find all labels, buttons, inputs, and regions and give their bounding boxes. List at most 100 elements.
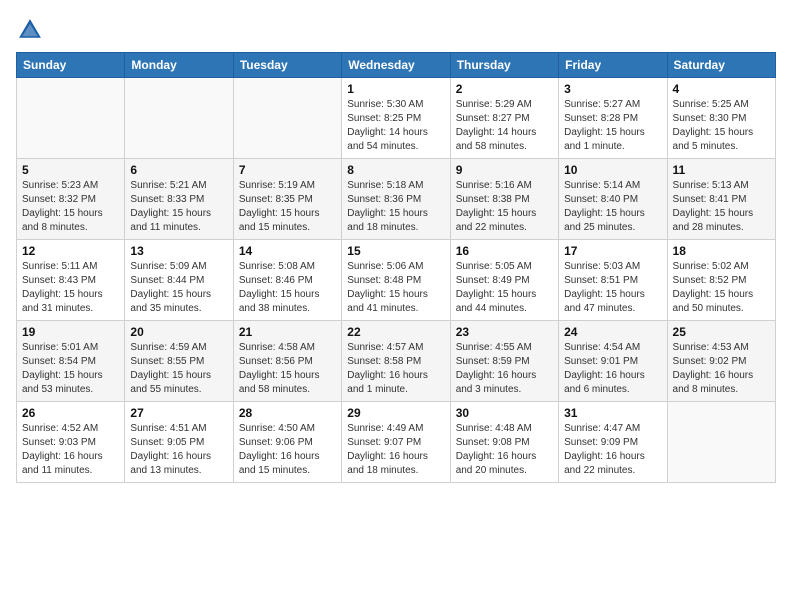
calendar-cell: 25 Sunrise: 4:53 AM Sunset: 9:02 PM Dayli… [667, 321, 775, 402]
calendar-cell: 15 Sunrise: 5:06 AM Sunset: 8:48 PM Dayli… [342, 240, 450, 321]
day-info: Sunrise: 4:51 AM Sunset: 9:05 PM Dayligh… [130, 422, 227, 478]
day-info: Sunrise: 5:21 AM Sunset: 8:33 PM Dayligh… [130, 179, 227, 235]
day-info: Sunrise: 4:52 AM Sunset: 9:03 PM Dayligh… [22, 422, 119, 478]
calendar-cell: 5 Sunrise: 5:23 AM Sunset: 8:32 PM Daylig… [17, 159, 125, 240]
day-info: Sunrise: 5:14 AM Sunset: 8:40 PM Dayligh… [564, 179, 661, 235]
day-number: 2 [456, 82, 553, 96]
day-number: 24 [564, 325, 661, 339]
day-number: 14 [239, 244, 336, 258]
calendar-cell: 2 Sunrise: 5:29 AM Sunset: 8:27 PM Daylig… [450, 78, 558, 159]
calendar-week-row: 5 Sunrise: 5:23 AM Sunset: 8:32 PM Daylig… [17, 159, 776, 240]
calendar-cell: 30 Sunrise: 4:48 AM Sunset: 9:08 PM Dayli… [450, 402, 558, 483]
calendar-cell: 12Sunrise: 5:11 AM Sunset: 8:43 PM Dayli… [17, 240, 125, 321]
calendar-cell: 26 Sunrise: 4:52 AM Sunset: 9:03 PM Dayli… [17, 402, 125, 483]
calendar-cell: 23Sunrise: 4:55 AM Sunset: 8:59 PM Dayli… [450, 321, 558, 402]
calendar-header-monday: Monday [125, 53, 233, 78]
day-number: 5 [22, 163, 119, 177]
calendar-cell [233, 78, 341, 159]
day-number: 13 [130, 244, 227, 258]
day-number: 15 [347, 244, 444, 258]
calendar-cell: 22Sunrise: 4:57 AM Sunset: 8:58 PM Dayli… [342, 321, 450, 402]
calendar-cell: 1 Sunrise: 5:30 AM Sunset: 8:25 PM Daylig… [342, 78, 450, 159]
calendar-header-wednesday: Wednesday [342, 53, 450, 78]
page-header [16, 16, 776, 44]
calendar-cell: 11 Sunrise: 5:13 AM Sunset: 8:41 PM Dayli… [667, 159, 775, 240]
day-number: 7 [239, 163, 336, 177]
calendar-cell [667, 402, 775, 483]
day-number: 29 [347, 406, 444, 420]
calendar-week-row: 26 Sunrise: 4:52 AM Sunset: 9:03 PM Dayli… [17, 402, 776, 483]
day-number: 6 [130, 163, 227, 177]
day-number: 19 [22, 325, 119, 339]
day-info: Sunrise: 4:59 AM Sunset: 8:55 PM Dayligh… [130, 341, 227, 397]
calendar-cell: 3Sunrise: 5:27 AM Sunset: 8:28 PM Daylig… [559, 78, 667, 159]
calendar-cell: 27Sunrise: 4:51 AM Sunset: 9:05 PM Dayli… [125, 402, 233, 483]
day-info: Sunrise: 5:25 AM Sunset: 8:30 PM Dayligh… [673, 98, 770, 154]
calendar-cell: 24 Sunrise: 4:54 AM Sunset: 9:01 PM Dayli… [559, 321, 667, 402]
day-number: 21 [239, 325, 336, 339]
day-info: Sunrise: 4:54 AM Sunset: 9:01 PM Dayligh… [564, 341, 661, 397]
calendar-cell: 4Sunrise: 5:25 AM Sunset: 8:30 PM Daylig… [667, 78, 775, 159]
calendar-cell: 18 Sunrise: 5:02 AM Sunset: 8:52 PM Dayli… [667, 240, 775, 321]
calendar-cell: 21 Sunrise: 4:58 AM Sunset: 8:56 PM Dayli… [233, 321, 341, 402]
day-number: 3 [564, 82, 661, 96]
day-info: Sunrise: 5:03 AM Sunset: 8:51 PM Dayligh… [564, 260, 661, 316]
calendar-cell: 9Sunrise: 5:16 AM Sunset: 8:38 PM Daylig… [450, 159, 558, 240]
calendar-cell: 20Sunrise: 4:59 AM Sunset: 8:55 PM Dayli… [125, 321, 233, 402]
day-info: Sunrise: 5:11 AM Sunset: 8:43 PM Dayligh… [22, 260, 119, 316]
calendar-cell: 29 Sunrise: 4:49 AM Sunset: 9:07 PM Dayli… [342, 402, 450, 483]
calendar-cell: 13Sunrise: 5:09 AM Sunset: 8:44 PM Dayli… [125, 240, 233, 321]
day-info: Sunrise: 4:49 AM Sunset: 9:07 PM Dayligh… [347, 422, 444, 478]
calendar-cell: 17 Sunrise: 5:03 AM Sunset: 8:51 PM Dayli… [559, 240, 667, 321]
day-number: 10 [564, 163, 661, 177]
day-info: Sunrise: 5:08 AM Sunset: 8:46 PM Dayligh… [239, 260, 336, 316]
day-number: 1 [347, 82, 444, 96]
calendar-header-thursday: Thursday [450, 53, 558, 78]
day-info: Sunrise: 5:19 AM Sunset: 8:35 PM Dayligh… [239, 179, 336, 235]
calendar-header-tuesday: Tuesday [233, 53, 341, 78]
calendar-header-sunday: Sunday [17, 53, 125, 78]
day-number: 28 [239, 406, 336, 420]
calendar-week-row: 19 Sunrise: 5:01 AM Sunset: 8:54 PM Dayli… [17, 321, 776, 402]
day-number: 30 [456, 406, 553, 420]
day-info: Sunrise: 5:18 AM Sunset: 8:36 PM Dayligh… [347, 179, 444, 235]
calendar-cell: 16 Sunrise: 5:05 AM Sunset: 8:49 PM Dayli… [450, 240, 558, 321]
day-info: Sunrise: 4:57 AM Sunset: 8:58 PM Dayligh… [347, 341, 444, 397]
day-info: Sunrise: 5:13 AM Sunset: 8:41 PM Dayligh… [673, 179, 770, 235]
calendar-cell: 31 Sunrise: 4:47 AM Sunset: 9:09 PM Dayli… [559, 402, 667, 483]
day-info: Sunrise: 5:30 AM Sunset: 8:25 PM Dayligh… [347, 98, 444, 154]
calendar-cell: 19 Sunrise: 5:01 AM Sunset: 8:54 PM Dayli… [17, 321, 125, 402]
logo [16, 16, 48, 44]
day-info: Sunrise: 4:47 AM Sunset: 9:09 PM Dayligh… [564, 422, 661, 478]
day-number: 26 [22, 406, 119, 420]
day-info: Sunrise: 5:06 AM Sunset: 8:48 PM Dayligh… [347, 260, 444, 316]
day-number: 25 [673, 325, 770, 339]
calendar-table: SundayMondayTuesdayWednesdayThursdayFrid… [16, 52, 776, 483]
logo-icon [16, 16, 44, 44]
calendar-cell: 7 Sunrise: 5:19 AM Sunset: 8:35 PM Daylig… [233, 159, 341, 240]
day-info: Sunrise: 5:05 AM Sunset: 8:49 PM Dayligh… [456, 260, 553, 316]
day-number: 31 [564, 406, 661, 420]
day-info: Sunrise: 4:58 AM Sunset: 8:56 PM Dayligh… [239, 341, 336, 397]
day-number: 18 [673, 244, 770, 258]
calendar-week-row: 12Sunrise: 5:11 AM Sunset: 8:43 PM Dayli… [17, 240, 776, 321]
calendar-week-row: 1 Sunrise: 5:30 AM Sunset: 8:25 PM Daylig… [17, 78, 776, 159]
day-info: Sunrise: 4:48 AM Sunset: 9:08 PM Dayligh… [456, 422, 553, 478]
day-number: 9 [456, 163, 553, 177]
day-info: Sunrise: 4:55 AM Sunset: 8:59 PM Dayligh… [456, 341, 553, 397]
day-info: Sunrise: 5:02 AM Sunset: 8:52 PM Dayligh… [673, 260, 770, 316]
calendar-header-row: SundayMondayTuesdayWednesdayThursdayFrid… [17, 53, 776, 78]
day-info: Sunrise: 5:01 AM Sunset: 8:54 PM Dayligh… [22, 341, 119, 397]
day-number: 11 [673, 163, 770, 177]
day-info: Sunrise: 4:53 AM Sunset: 9:02 PM Dayligh… [673, 341, 770, 397]
day-number: 17 [564, 244, 661, 258]
calendar-cell: 14 Sunrise: 5:08 AM Sunset: 8:46 PM Dayli… [233, 240, 341, 321]
day-number: 16 [456, 244, 553, 258]
calendar-cell [17, 78, 125, 159]
calendar-header-saturday: Saturday [667, 53, 775, 78]
calendar-cell [125, 78, 233, 159]
calendar-cell: 8Sunrise: 5:18 AM Sunset: 8:36 PM Daylig… [342, 159, 450, 240]
day-info: Sunrise: 5:23 AM Sunset: 8:32 PM Dayligh… [22, 179, 119, 235]
calendar-cell: 10 Sunrise: 5:14 AM Sunset: 8:40 PM Dayli… [559, 159, 667, 240]
day-info: Sunrise: 5:29 AM Sunset: 8:27 PM Dayligh… [456, 98, 553, 154]
